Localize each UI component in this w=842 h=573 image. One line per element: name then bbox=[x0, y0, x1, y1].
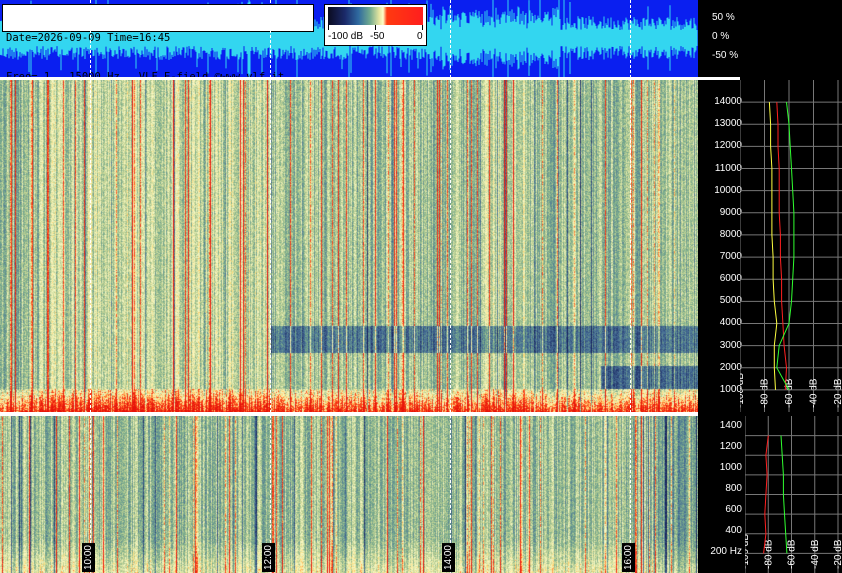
profile-db-label: -40 dB bbox=[810, 539, 821, 569]
profile-db-label: -20 dB bbox=[833, 539, 842, 569]
frequency-tick-label: 1200 bbox=[719, 441, 742, 453]
frequency-tick-label: 1400 bbox=[719, 420, 742, 432]
profile-db-label: -40 dB bbox=[809, 378, 820, 408]
frequency-tick-label: 10000 bbox=[714, 184, 742, 196]
frequency-tick-label: 2000 bbox=[719, 361, 742, 373]
time-gridline bbox=[270, 0, 271, 573]
spectrum-profile-lower: -100 dB -80 dB -60 dB -40 dB -20 dB bbox=[745, 416, 842, 573]
colorbar-legend: -100 dB -50 0 bbox=[324, 4, 427, 46]
frequency-tick-label: 400 bbox=[725, 525, 742, 537]
waveform-label-50: 50 % bbox=[712, 12, 735, 23]
colorbar-label-min: -100 dB bbox=[328, 31, 364, 42]
frequency-tick-label: 13000 bbox=[714, 118, 742, 130]
colorbar-tick bbox=[422, 25, 423, 30]
frequency-tick-label: 4000 bbox=[719, 317, 742, 329]
profile-db-label: -100 dB bbox=[745, 534, 751, 569]
frequency-tick-label: 1000 bbox=[719, 462, 742, 474]
frequency-tick-label: 1000 bbox=[719, 383, 742, 395]
spectrogram-lower-canvas bbox=[0, 416, 698, 573]
profile-db-label: -60 dB bbox=[787, 539, 798, 569]
frequency-tick-label: 800 bbox=[725, 483, 742, 495]
frequency-tick-label: 5000 bbox=[719, 295, 742, 307]
profile-db-label: -80 dB bbox=[760, 378, 771, 408]
frequency-tick-label: 8000 bbox=[719, 228, 742, 240]
frequency-tick-label: 11000 bbox=[714, 162, 742, 174]
frequency-tick-label: 7000 bbox=[719, 251, 742, 263]
colorbar-tick bbox=[375, 25, 376, 30]
colorbar-tick bbox=[328, 25, 329, 30]
profile-series-line bbox=[776, 102, 788, 390]
spectrogram-upper-canvas bbox=[0, 80, 698, 412]
time-gridline bbox=[630, 0, 631, 573]
frequency-tick-label: 14000 bbox=[714, 96, 742, 108]
frequency-tick-label: 12000 bbox=[714, 140, 742, 152]
time-tick-label: 14:00 bbox=[442, 543, 455, 573]
frequency-tick-label: 600 bbox=[725, 504, 742, 516]
time-gridline bbox=[90, 0, 91, 573]
profile-series-line bbox=[776, 102, 795, 391]
profile-db-label: -20 dB bbox=[833, 378, 842, 408]
time-tick-label: 10:00 bbox=[82, 543, 95, 573]
time-tick-label: 12:00 bbox=[262, 543, 275, 573]
header-info-box: Date=2026-09-09 Time=16:45 Freq= 1...150… bbox=[2, 4, 314, 83]
spectrogram-lower bbox=[0, 416, 698, 573]
frequency-tick-label: 9000 bbox=[719, 206, 742, 218]
frequency-tick-label: 3000 bbox=[719, 339, 742, 351]
time-tick-label: 16:00 bbox=[622, 543, 635, 573]
waveform-label-minus50: -50 % bbox=[712, 50, 739, 61]
colorbar-label-mid: -50 bbox=[370, 31, 385, 42]
frequency-tick-label: 200 Hz bbox=[710, 546, 742, 558]
colorbar-gradient bbox=[328, 7, 423, 25]
header-date-time: Date=2026-09-09 Time=16:45 bbox=[6, 32, 171, 44]
waveform-label-0: 0 % bbox=[712, 31, 730, 42]
colorbar-label-max: 0 bbox=[417, 31, 423, 42]
spectrogram-upper bbox=[0, 80, 698, 412]
spectrum-profile-upper: -100 dB -80 dB -60 dB -40 dB -20 dB bbox=[740, 80, 842, 412]
frequency-tick-label: 6000 bbox=[719, 273, 742, 285]
profile-series-line bbox=[768, 102, 778, 390]
time-gridline bbox=[450, 0, 451, 573]
